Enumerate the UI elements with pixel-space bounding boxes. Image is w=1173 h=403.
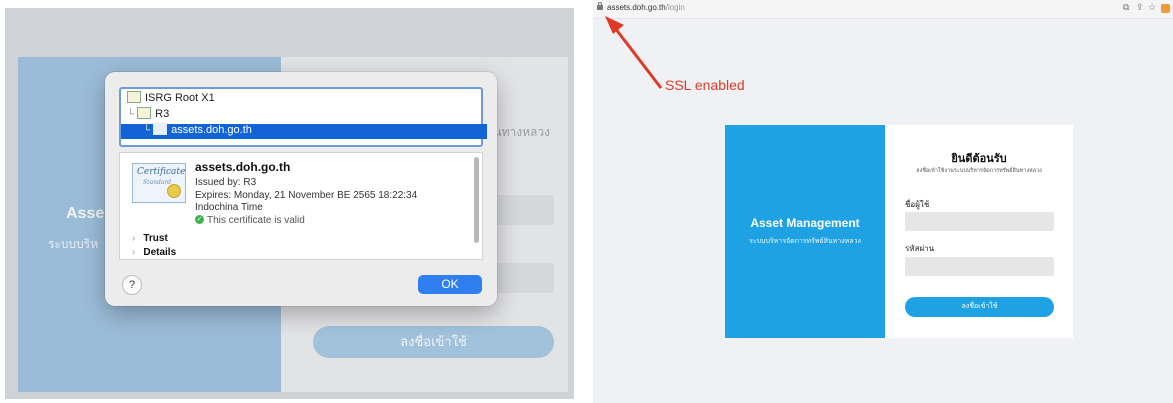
username-label: ชื่อผู้ใช้ (905, 200, 930, 209)
certificate-valid-status: ✓ This certificate is valid (195, 214, 305, 226)
background-brand-title: Asse (66, 205, 105, 222)
certificate-icon (127, 91, 141, 104)
certificate-detail-pane: Certificate Standard assets.doh.go.th Is… (119, 152, 483, 260)
welcome-heading: ยินดีต้อนรับ (951, 153, 1007, 165)
tree-indent-icon: └ (127, 109, 135, 120)
password-label: รหัสผ่าน (905, 244, 935, 253)
certificate-timezone: Indochina Time (195, 202, 263, 213)
ssl-annotation-label: SSL enabled (665, 77, 745, 93)
tree-row-leaf-selected[interactable]: └ assets.doh.go.th (121, 123, 487, 139)
app-subtitle: ระบบบริหารจัดการทรัพย์สินทางหลวง (749, 238, 861, 245)
tree-row-label: R3 (155, 108, 170, 120)
password-field[interactable] (905, 257, 1054, 276)
background-login-button: ลงชื่อเข้าใช้ (313, 326, 554, 358)
tree-row-root[interactable]: ISRG Root X1 (121, 91, 487, 108)
detail-scrollbar[interactable] (474, 157, 479, 243)
background-brand-subtitle: ระบบบริห (48, 237, 99, 251)
right-screenshot: assets.doh.go.th/login ⧉ ⇪ ☆ SSL enabled… (593, 0, 1173, 403)
brand-panel: Asset Management ระบบบริหารจัดการทรัพย์ส… (725, 125, 885, 338)
certificate-expiry: Expires: Monday, 21 November BE 2565 18:… (195, 190, 418, 201)
extension-icon[interactable] (1161, 4, 1170, 13)
details-disclosure[interactable]: › Details (132, 247, 176, 258)
welcome-subtitle: ลงชื่อเข้าใช้งานระบบบริหารจัดการทรัพย์สิ… (916, 168, 1042, 174)
cert-image-text: Certificate (137, 167, 186, 177)
tree-indent-icon: └ (143, 125, 151, 136)
tree-row-label: assets.doh.go.th (171, 124, 252, 136)
certificate-chain-tree: ISRG Root X1 └ R3 └ assets.doh.go.th (119, 87, 487, 147)
login-form: ยินดีต้อนรับ ลงชื่อเข้าใช้งานระบบบริหารจ… (885, 125, 1073, 338)
bookmark-star-icon[interactable]: ☆ (1148, 2, 1156, 13)
share-icon[interactable]: ⇪ (1136, 2, 1144, 13)
trust-label: Trust (143, 233, 168, 244)
help-button[interactable]: ? (122, 275, 142, 295)
certificate-dialog: ISRG Root X1 └ R3 └ assets.doh.go.th Cer… (105, 72, 497, 306)
left-screenshot: Asse ระบบบริห สินทางหลวง ลงชื่อเข้าใช้ I… (0, 0, 580, 403)
app-title: Asset Management (750, 216, 860, 230)
certificate-icon (153, 123, 168, 136)
ok-button[interactable]: OK (418, 275, 482, 294)
seal-icon (167, 184, 181, 198)
chevron-right-icon: › (132, 247, 136, 258)
certificate-issuer: Issued by: R3 (195, 177, 257, 188)
certificate-name: assets.doh.go.th (195, 160, 291, 174)
login-button[interactable]: ลงชื่อเข้าใช้ (905, 297, 1054, 317)
cert-image-subtext: Standard (143, 179, 172, 186)
tree-row-label: ISRG Root X1 (145, 92, 215, 104)
certificate-icon (137, 107, 152, 120)
chevron-right-icon: › (132, 233, 136, 244)
certificate-image-icon: Certificate Standard (132, 163, 186, 203)
trust-disclosure[interactable]: › Trust (132, 233, 168, 244)
tree-row-intermediate[interactable]: └ R3 (121, 107, 487, 124)
username-field[interactable] (905, 212, 1054, 231)
translate-icon[interactable]: ⧉ (1123, 2, 1129, 13)
valid-text: This certificate is valid (207, 215, 305, 226)
details-label: Details (143, 247, 177, 258)
check-icon: ✓ (195, 214, 204, 224)
